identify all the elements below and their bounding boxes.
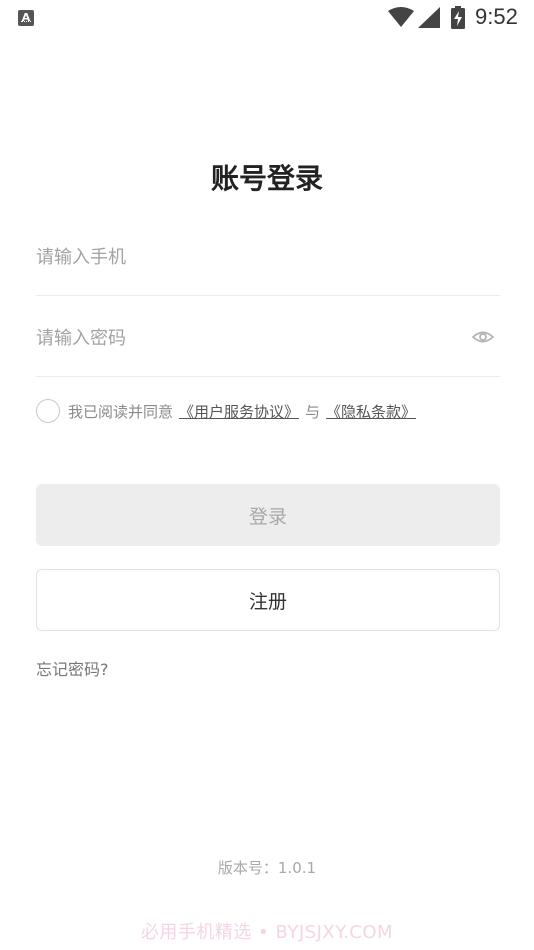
clock-time: 9:52 [475, 4, 518, 29]
agreement-row: 我已阅读并同意 《用户服务协议》 与 《隐私条款》 [36, 397, 422, 425]
forgot-password-link[interactable]: 忘记密码? [36, 656, 109, 680]
agreement-conjunction: 与 [305, 402, 321, 421]
app-notification-icon: A [18, 10, 34, 26]
battery-charging-icon [451, 6, 465, 29]
signal-icon [418, 7, 440, 28]
agree-checkbox[interactable] [36, 399, 60, 423]
login-button[interactable]: 登录 [36, 484, 500, 546]
password-field [36, 318, 500, 377]
phone-field [36, 237, 500, 296]
terms-link[interactable]: 《用户服务协议》 [179, 401, 299, 422]
status-bar: A 9:52 [0, 0, 534, 36]
agreement-prefix: 我已阅读并同意 [68, 402, 174, 421]
wifi-icon [388, 7, 414, 27]
watermark-text: 必用手机精选 • BYJSJXY.COM [140, 922, 394, 943]
eye-icon[interactable] [472, 327, 494, 347]
version-label: 版本号：1.0.1 [217, 859, 317, 877]
register-button[interactable]: 注册 [36, 569, 500, 631]
privacy-link[interactable]: 《隐私条款》 [326, 401, 416, 422]
page-title: 账号登录 [210, 162, 323, 195]
password-input[interactable] [36, 318, 456, 358]
phone-input[interactable] [36, 237, 456, 277]
